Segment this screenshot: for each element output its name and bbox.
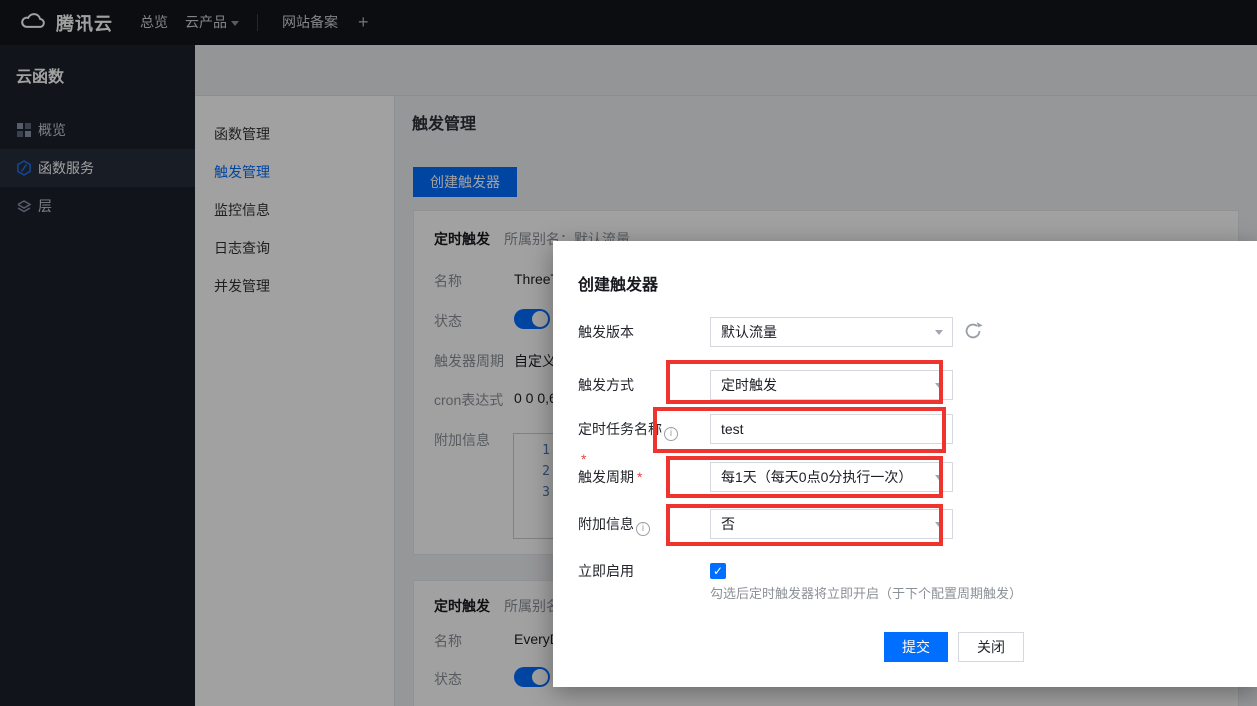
check-icon: ✓ xyxy=(713,564,723,578)
trigger-cycle-select[interactable]: 每1天（每天0点0分执行一次） xyxy=(710,462,953,492)
row-trigger-method: 触发方式 定时触发 xyxy=(578,370,1228,400)
info-icon: i xyxy=(636,522,650,536)
row-trigger-version: 触发版本 默认流量 xyxy=(578,317,1228,347)
chevron-down-icon xyxy=(935,383,943,388)
trigger-cycle-label: 触发周期* xyxy=(578,462,685,492)
chevron-down-icon xyxy=(935,475,943,480)
dialog-title: 创建触发器 xyxy=(578,271,658,295)
extra-info-label: 附加信息i xyxy=(578,509,685,539)
trigger-cycle-value: 每1天（每天0点0分执行一次） xyxy=(721,469,912,485)
enable-helper-text: 勾选后定时触发器将立即开启（于下个配置周期触发） xyxy=(710,583,1022,602)
submit-button[interactable]: 提交 xyxy=(884,632,948,662)
info-icon: i xyxy=(664,427,678,441)
close-button[interactable]: 关闭 xyxy=(958,632,1024,662)
trigger-version-value: 默认流量 xyxy=(721,324,777,340)
create-trigger-dialog: 创建触发器 触发版本 默认流量 触发方式 定时触发 定时任务名称i* 触发周期* xyxy=(553,241,1257,687)
row-extra-info: 附加信息i 否 xyxy=(578,509,1228,539)
trigger-version-label: 触发版本 xyxy=(578,317,685,347)
task-name-input[interactable] xyxy=(710,414,953,444)
chevron-down-icon xyxy=(935,330,943,335)
enable-now-label: 立即启用 xyxy=(578,556,685,586)
trigger-method-value: 定时触发 xyxy=(721,377,777,393)
refresh-icon[interactable] xyxy=(962,320,986,344)
enable-now-checkbox[interactable]: ✓ xyxy=(710,563,726,579)
row-enable-now: 立即启用 ✓ xyxy=(578,556,1228,586)
trigger-method-label: 触发方式 xyxy=(578,370,685,400)
row-task-name: 定时任务名称i* xyxy=(578,414,1228,444)
trigger-method-select[interactable]: 定时触发 xyxy=(710,370,953,400)
chevron-down-icon xyxy=(935,522,943,527)
extra-info-value: 否 xyxy=(721,516,735,532)
extra-info-select[interactable]: 否 xyxy=(710,509,953,539)
dialog-buttons: 提交 关闭 xyxy=(553,632,1257,662)
trigger-version-select[interactable]: 默认流量 xyxy=(710,317,953,347)
app-root: 腾讯云 总览 云产品 网站备案 + 云函数 概览 函数服务 层 xyxy=(0,0,1257,706)
row-trigger-cycle: 触发周期* 每1天（每天0点0分执行一次） xyxy=(578,462,1228,492)
required-asterisk: * xyxy=(637,469,642,485)
